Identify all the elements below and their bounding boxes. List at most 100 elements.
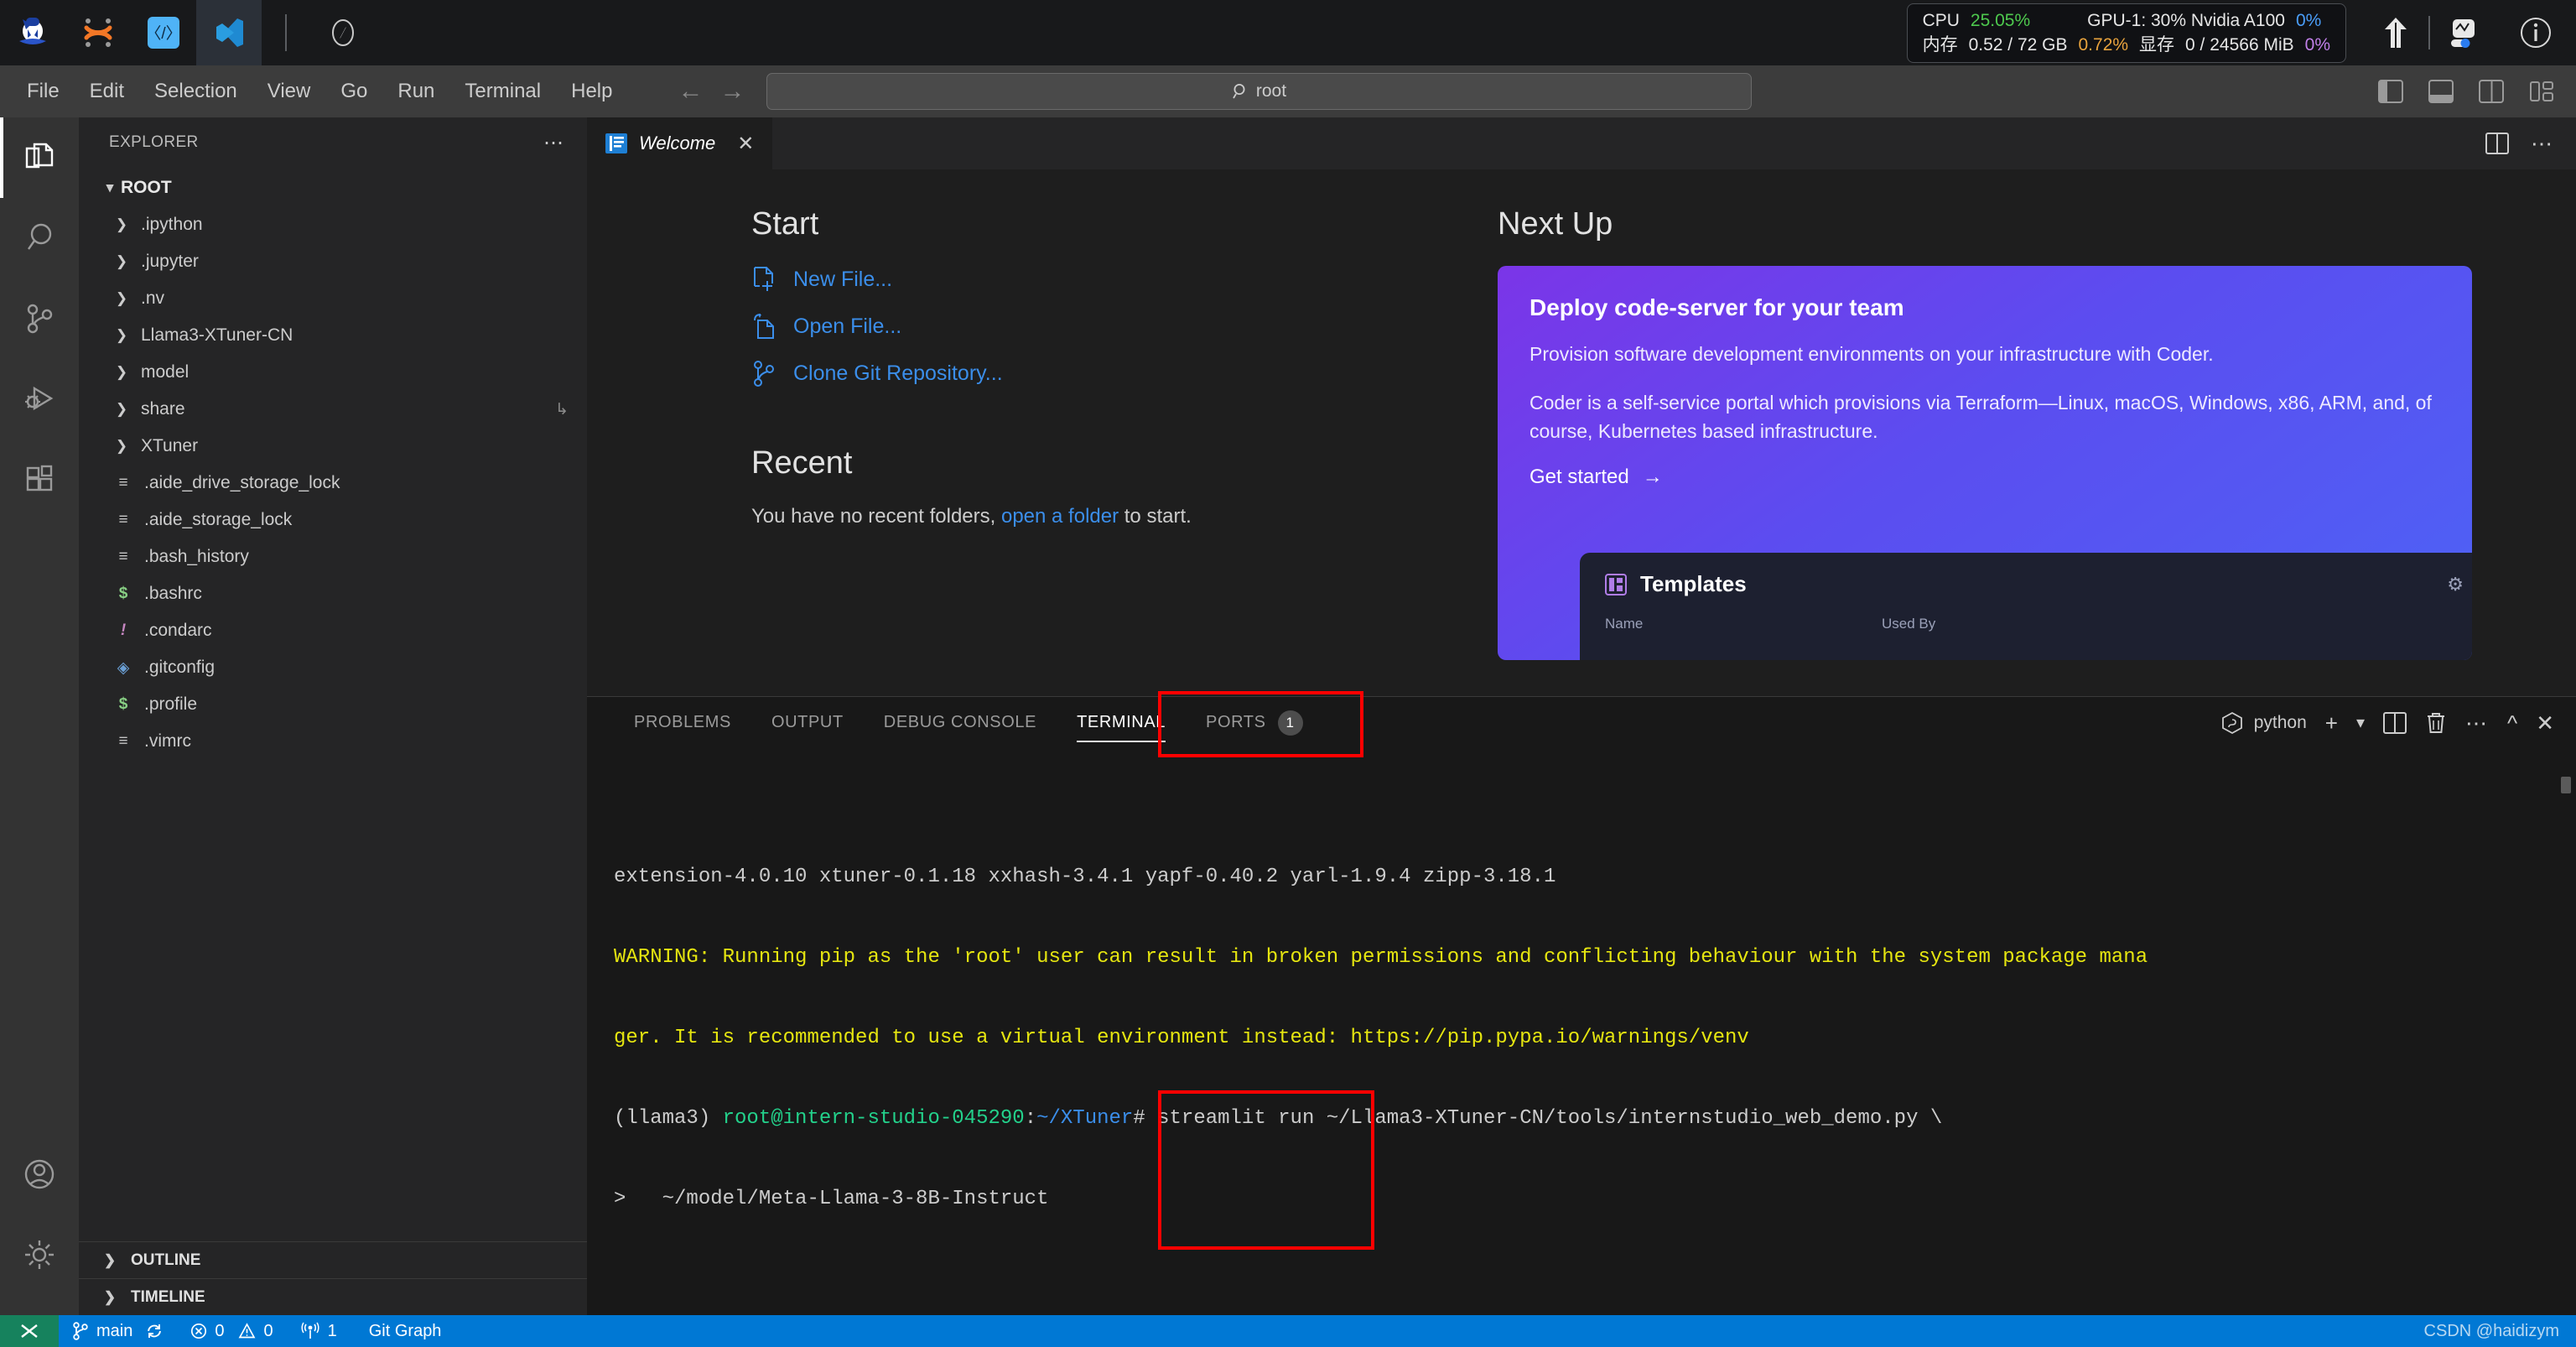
tree-item-ipython[interactable]: ❯ .ipython bbox=[79, 206, 587, 243]
terminal-shell-selector[interactable]: python bbox=[2220, 711, 2307, 735]
gear-icon[interactable]: ⚙ bbox=[2447, 574, 2464, 595]
menu-help[interactable]: Help bbox=[556, 75, 627, 108]
arrow-right-icon[interactable]: → bbox=[719, 79, 745, 104]
tree-item-llama3-xtuner-cn[interactable]: ❯ Llama3-XTuner-CN bbox=[79, 317, 587, 354]
menu-terminal[interactable]: Terminal bbox=[449, 75, 556, 108]
terminal-segment: ger. It is recommended to use a virtual … bbox=[614, 1027, 1749, 1049]
status-problems[interactable]: 0 0 bbox=[177, 1315, 286, 1347]
tree-item-label: Llama3-XTuner-CN bbox=[141, 325, 293, 345]
tab-ports[interactable]: PORTS 1 bbox=[1186, 697, 1323, 749]
remote-window-indicator[interactable] bbox=[0, 1315, 59, 1347]
vscode-logo[interactable] bbox=[196, 0, 262, 65]
tree-item-label: .ipython bbox=[141, 215, 203, 234]
arrow-left-icon[interactable]: ← bbox=[678, 79, 703, 104]
tree-item-profile[interactable]: $ .profile bbox=[79, 686, 587, 723]
upload-arrow-icon[interactable] bbox=[2363, 0, 2428, 65]
tree-item-xtuner[interactable]: ❯ XTuner bbox=[79, 428, 587, 465]
tree-item-model[interactable]: ❯ model bbox=[79, 354, 587, 391]
split-icon[interactable] bbox=[2383, 711, 2407, 734]
tree-item-nv[interactable]: ❯ .nv bbox=[79, 280, 587, 317]
tree-root-row[interactable]: ▾ ROOT bbox=[79, 169, 587, 206]
panel-tools: python + ▾ ⋯ ^ ✕ bbox=[2220, 711, 2576, 735]
activity-item-extensions[interactable] bbox=[0, 439, 79, 520]
ellipsis-icon[interactable]: ⋯ bbox=[543, 131, 565, 155]
monitor-toggle-icon[interactable] bbox=[2430, 0, 2496, 65]
tree-item-aide-drive-storage-lock[interactable]: ≡ .aide_drive_storage_lock bbox=[79, 465, 587, 502]
sidebar-section-timeline[interactable]: ❯ TIMELINE bbox=[79, 1278, 587, 1315]
close-icon[interactable]: ✕ bbox=[2536, 712, 2554, 734]
close-icon[interactable]: ✕ bbox=[737, 132, 754, 156]
system-monitor-row-1: CPU 25.05% GPU-1: 30% Nvidia A100 0% bbox=[1923, 9, 2330, 32]
tab-problems[interactable]: PROBLEMS bbox=[614, 697, 751, 749]
status-git-graph[interactable]: Git Graph bbox=[351, 1315, 455, 1347]
tab-output[interactable]: OUTPUT bbox=[751, 697, 864, 749]
terminal-scrollbar[interactable] bbox=[2561, 777, 2571, 793]
compass-icon[interactable] bbox=[310, 0, 376, 65]
open-folder-link[interactable]: open a folder bbox=[1001, 505, 1119, 528]
status-branch[interactable]: main bbox=[59, 1315, 177, 1347]
code-brackets-logo[interactable]: 〈/〉 bbox=[131, 0, 196, 65]
toggle-secondary-sidebar-icon[interactable] bbox=[2479, 80, 2504, 103]
menu-file[interactable]: File bbox=[12, 75, 75, 108]
activity-item-explorer[interactable] bbox=[0, 117, 79, 198]
start-link-label: Open File... bbox=[793, 314, 902, 338]
chevron-down-icon[interactable]: ▾ bbox=[2356, 715, 2365, 731]
menu-go[interactable]: Go bbox=[325, 75, 382, 108]
tree-item-condarc[interactable]: ! .condarc bbox=[79, 612, 587, 649]
toggle-primary-sidebar-icon[interactable] bbox=[2378, 80, 2403, 103]
nextup-card[interactable]: Deploy code-server for your team Provisi… bbox=[1498, 266, 2472, 660]
menu-selection[interactable]: Selection bbox=[139, 75, 252, 108]
activity-item-manage[interactable] bbox=[0, 1214, 79, 1295]
start-link-open-file[interactable]: Open File... bbox=[751, 313, 1476, 340]
start-link-clone-git[interactable]: Clone Git Repository... bbox=[751, 360, 1476, 387]
command-center-value: root bbox=[1255, 81, 1287, 101]
chevron-right-icon: ❯ bbox=[115, 364, 128, 380]
activity-item-source-control[interactable] bbox=[0, 278, 79, 359]
start-heading: Start bbox=[751, 206, 819, 242]
menu-edit[interactable]: Edit bbox=[75, 75, 139, 108]
vram-value: 0 / 24566 MiB bbox=[2185, 34, 2294, 55]
card-cta[interactable]: Get started → bbox=[1530, 465, 2440, 489]
tab-debug-console[interactable]: DEBUG CONSOLE bbox=[864, 697, 1057, 749]
tree-item-aide-storage-lock[interactable]: ≡ .aide_storage_lock bbox=[79, 502, 587, 538]
trash-icon[interactable] bbox=[2425, 711, 2447, 735]
intern-studio-logo[interactable] bbox=[0, 0, 65, 65]
sidebar-section-outline[interactable]: ❯ OUTLINE bbox=[79, 1241, 587, 1278]
tree-item-gitconfig[interactable]: ◈ .gitconfig bbox=[79, 649, 587, 686]
toggle-panel-icon[interactable] bbox=[2428, 80, 2454, 103]
terminal-output[interactable]: extension-4.0.10 xtuner-0.1.18 xxhash-3.… bbox=[587, 748, 2576, 1315]
tab-welcome[interactable]: Welcome ✕ bbox=[587, 117, 774, 169]
layout-controls bbox=[2378, 80, 2576, 103]
jupyter-logo[interactable] bbox=[65, 0, 131, 65]
status-warnings-count: 0 bbox=[263, 1321, 273, 1340]
tree-item-jupyter[interactable]: ❯ .jupyter bbox=[79, 243, 587, 280]
ellipsis-icon[interactable]: ⋯ bbox=[2465, 712, 2489, 734]
command-center[interactable]: root bbox=[766, 73, 1753, 110]
activity-item-accounts[interactable] bbox=[0, 1134, 79, 1214]
chevron-right-icon: ❯ bbox=[115, 253, 128, 269]
status-ports[interactable]: 1 bbox=[287, 1315, 351, 1347]
menu-view[interactable]: View bbox=[252, 75, 326, 108]
info-circle-icon[interactable] bbox=[2496, 0, 2576, 65]
activity-item-search[interactable] bbox=[0, 198, 79, 278]
tree-item-bash-history[interactable]: ≡ .bash_history bbox=[79, 538, 587, 575]
tree-item-bashrc[interactable]: $ .bashrc bbox=[79, 575, 587, 612]
tree-item-label: .jupyter bbox=[141, 252, 199, 271]
tree-item-vimrc[interactable]: ≡ .vimrc bbox=[79, 723, 587, 760]
customize-layout-icon[interactable] bbox=[2529, 80, 2554, 103]
tree-item-label: .aide_drive_storage_lock bbox=[144, 473, 340, 492]
split-editor-icon[interactable] bbox=[2485, 133, 2509, 154]
tab-terminal[interactable]: TERMINAL bbox=[1057, 697, 1186, 749]
start-link-new-file[interactable]: New File... bbox=[751, 266, 1476, 293]
editor-area: Welcome ✕ ⋯ Start New File... Open File.… bbox=[587, 117, 2576, 696]
explorer-sidebar: EXPLORER ⋯ ▾ ROOT ❯ .ipython ❯ .jupyter … bbox=[79, 117, 587, 1315]
tree-item-share[interactable]: ❯ share ↳ bbox=[79, 391, 587, 428]
more-actions-icon[interactable]: ⋯ bbox=[2531, 131, 2554, 157]
plus-icon[interactable]: + bbox=[2325, 712, 2338, 734]
menu-run[interactable]: Run bbox=[382, 75, 449, 108]
sidebar-section-label: OUTLINE bbox=[131, 1251, 201, 1269]
activity-item-run-and-debug[interactable] bbox=[0, 359, 79, 439]
chevron-up-icon[interactable]: ^ bbox=[2507, 712, 2517, 734]
arrow-right-icon: → bbox=[1642, 465, 1663, 488]
sync-icon bbox=[148, 1324, 162, 1338]
